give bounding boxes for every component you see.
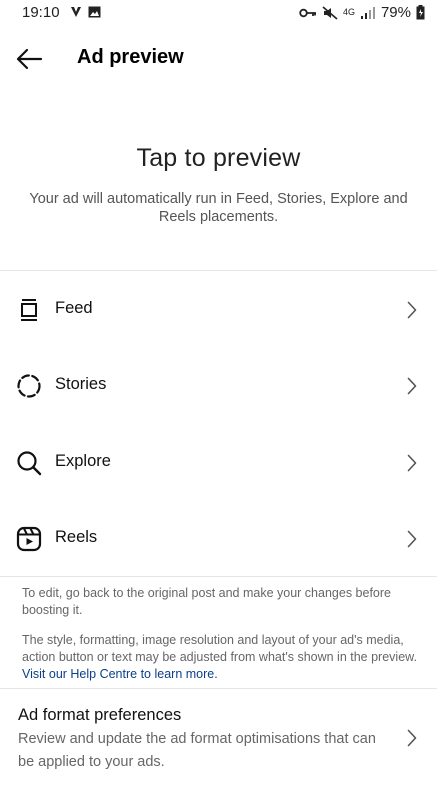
- chevron-right-icon: [407, 729, 417, 747]
- back-button[interactable]: [14, 44, 46, 74]
- placement-row-reels[interactable]: Reels: [0, 513, 437, 565]
- reels-icon: [16, 526, 42, 552]
- vpn-v-icon: [71, 7, 81, 17]
- gallery-icon: [88, 6, 101, 18]
- status-bar: 19:10 4G 79%: [0, 0, 437, 26]
- app-bar: Ad preview: [0, 34, 437, 84]
- placement-row-explore[interactable]: Explore: [0, 437, 437, 489]
- search-icon: [17, 451, 42, 476]
- ad-format-preferences-row[interactable]: Ad format preferences Review and update …: [0, 700, 437, 780]
- placement-label: Reels: [55, 528, 98, 546]
- placement-row-feed[interactable]: Feed: [0, 284, 437, 336]
- battery-icon: [416, 5, 425, 20]
- chevron-right-icon: [407, 301, 417, 319]
- status-right: 4G 79%: [299, 4, 425, 21]
- key-icon: [299, 8, 316, 17]
- edit-note: To edit, go back to the original post an…: [22, 586, 391, 617]
- help-centre-link[interactable]: Visit our Help Centre to learn more.: [22, 667, 218, 681]
- divider: [0, 576, 437, 577]
- placement-label: Explore: [55, 452, 111, 470]
- status-time: 19:10: [22, 4, 60, 21]
- battery-percent: 79%: [380, 4, 411, 21]
- style-note: The style, formatting, image resolution …: [22, 632, 422, 683]
- network-type: 4G: [342, 7, 355, 17]
- placement-label: Feed: [55, 299, 93, 317]
- chevron-right-icon: [407, 454, 417, 472]
- arrow-left-icon: [16, 48, 43, 70]
- ad-format-title: Ad format preferences: [18, 706, 182, 724]
- style-note-text: The style, formatting, image resolution …: [22, 633, 417, 664]
- page-title: Ad preview: [77, 46, 184, 68]
- chevron-right-icon: [407, 377, 417, 395]
- preview-description: Your ad will automatically run in Feed, …: [29, 191, 408, 225]
- preview-heading: Tap to preview: [136, 144, 301, 172]
- ad-format-description: Review and update the ad format optimisa…: [18, 731, 376, 770]
- signal-icon: [360, 7, 375, 19]
- chevron-right-icon: [407, 530, 417, 548]
- feed-icon: [21, 299, 37, 321]
- placement-row-stories[interactable]: Stories: [0, 360, 437, 412]
- stories-icon: [17, 374, 41, 398]
- divider: [0, 688, 437, 689]
- divider: [0, 270, 437, 271]
- status-left-icons: [70, 6, 101, 18]
- mute-icon: [322, 5, 338, 20]
- placement-label: Stories: [55, 375, 107, 393]
